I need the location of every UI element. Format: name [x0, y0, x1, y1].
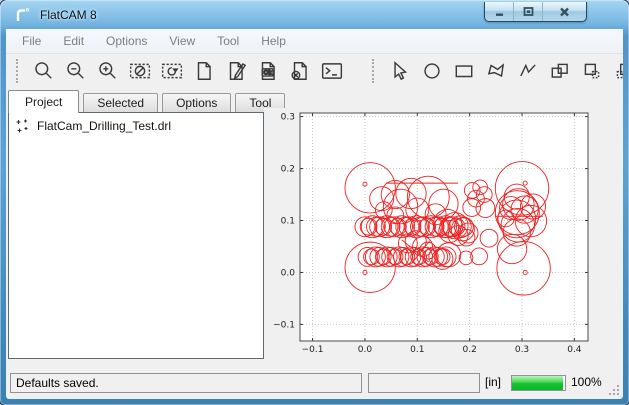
client-area: FileEditOptionsViewToolHelp Ok ProjectSe…: [6, 29, 623, 399]
units-label: [in]: [485, 375, 501, 389]
menu-tool[interactable]: Tool: [206, 29, 250, 53]
maximize-button[interactable]: [514, 2, 543, 21]
edit-object-icon: [225, 60, 247, 82]
main-toolbar: Ok: [6, 54, 623, 88]
clear-plot-icon: [129, 60, 151, 82]
draw-circle-icon: [421, 60, 443, 82]
drill-object-icon: [15, 118, 31, 134]
toolbar-zoom-fit-button[interactable]: [31, 57, 61, 85]
progress-bar: [511, 375, 566, 391]
svg-text:Ok: Ok: [264, 70, 273, 77]
menu-help[interactable]: Help: [250, 29, 297, 53]
svg-text:0.4: 0.4: [567, 345, 582, 355]
menu-bar: FileEditOptionsViewToolHelp: [6, 29, 623, 54]
zoom-fit-icon: [33, 60, 55, 82]
save-ok-icon: Ok: [257, 60, 279, 82]
svg-text:−0.1: −0.1: [273, 320, 295, 330]
toolbar-union-button[interactable]: [547, 57, 577, 85]
draw-polygon-icon: [485, 60, 507, 82]
tab-selected[interactable]: Selected: [83, 93, 158, 113]
subtraction-icon: [613, 60, 623, 82]
toolbar-clear-plot-button[interactable]: [127, 57, 157, 85]
toolbar-drag-handle[interactable]: [372, 59, 381, 83]
toolbar-draw-path-button[interactable]: [515, 57, 545, 85]
delete-object-icon: [289, 60, 311, 82]
svg-text:0.2: 0.2: [281, 165, 295, 175]
status-message: Defaults saved.: [10, 373, 362, 393]
resize-grip-icon[interactable]: [608, 384, 620, 396]
union-icon: [549, 60, 571, 82]
replot-icon: [161, 60, 183, 82]
maximize-icon: [521, 5, 536, 19]
toolbar-draw-rectangle-button[interactable]: [451, 57, 481, 85]
svg-text:0.2: 0.2: [462, 345, 476, 355]
close-icon: [557, 5, 572, 19]
toolbar-group-plot-tools: Ok: [6, 54, 350, 88]
intersection-icon: [581, 60, 603, 82]
new-project-icon: [193, 60, 215, 82]
toolbar-new-project-button[interactable]: [191, 57, 221, 85]
shell-icon: [321, 60, 343, 82]
draw-rectangle-icon: [453, 60, 475, 82]
notebook-tabs: ProjectSelectedOptionsTool: [8, 90, 289, 113]
draw-path-icon: [517, 60, 539, 82]
toolbar-zoom-out-button[interactable]: [63, 57, 93, 85]
svg-text:0.0: 0.0: [281, 268, 296, 278]
progress-bar-fill: [512, 376, 563, 390]
title-bar[interactable]: FlatCAM 8: [6, 2, 623, 28]
flatcam-logo-icon: [14, 7, 32, 23]
toolbar-draw-polygon-button[interactable]: [483, 57, 513, 85]
window-title: FlatCAM 8: [40, 8, 97, 22]
toolbar-replot-button[interactable]: [159, 57, 189, 85]
svg-text:0.3: 0.3: [515, 345, 529, 355]
project-tree-item[interactable]: FlatCam_Drilling_Test.drl: [9, 113, 263, 134]
svg-text:−0.1: −0.1: [302, 345, 324, 355]
minimize-button[interactable]: [485, 2, 514, 21]
minimize-icon: [492, 5, 507, 19]
tree-item-label: FlatCam_Drilling_Test.drl: [37, 119, 171, 133]
toolbar-select-button[interactable]: [387, 57, 417, 85]
toolbar-delete-object-button[interactable]: [287, 57, 317, 85]
zoom-in-icon: [97, 60, 119, 82]
toolbar-intersection-button[interactable]: [579, 57, 609, 85]
toolbar-edit-object-button[interactable]: [223, 57, 253, 85]
status-bar: Defaults saved. [in] 100%: [6, 367, 623, 399]
svg-text:0.1: 0.1: [410, 345, 424, 355]
toolbar-zoom-in-button[interactable]: [95, 57, 125, 85]
progress-percent: 100%: [571, 375, 602, 389]
plot-canvas[interactable]: −0.1 0.0 0.1 0.2 0.3 0.4 −0.1 0.0 0.1 0.2 0.3: [264, 108, 622, 364]
status-aux-field: [368, 373, 480, 393]
zoom-out-icon: [65, 60, 87, 82]
toolbar-save-ok-button[interactable]: Ok: [255, 57, 285, 85]
close-button[interactable]: [543, 2, 586, 21]
project-panel[interactable]: FlatCam_Drilling_Test.drl: [8, 112, 264, 359]
svg-text:0.3: 0.3: [281, 113, 295, 123]
tab-options[interactable]: Options: [162, 93, 231, 113]
app-window: FlatCAM 8 FileEditOptionsViewToolHelp Ok…: [0, 0, 629, 405]
svg-text:0.1: 0.1: [281, 217, 295, 227]
select-icon: [389, 60, 411, 82]
toolbar-drag-handle[interactable]: [16, 59, 25, 83]
tab-project[interactable]: Project: [8, 90, 79, 113]
toolbar-draw-circle-button[interactable]: [419, 57, 449, 85]
toolbar-shell-button[interactable]: [319, 57, 349, 85]
menu-options[interactable]: Options: [95, 29, 158, 53]
menu-view[interactable]: View: [158, 29, 206, 53]
window-controls: [484, 2, 587, 22]
menu-edit[interactable]: Edit: [52, 29, 95, 53]
svg-text:0.0: 0.0: [358, 345, 373, 355]
toolbar-subtraction-button[interactable]: [611, 57, 623, 85]
toolbar-group-draw-tools: [362, 54, 623, 88]
menu-file[interactable]: File: [11, 29, 52, 53]
